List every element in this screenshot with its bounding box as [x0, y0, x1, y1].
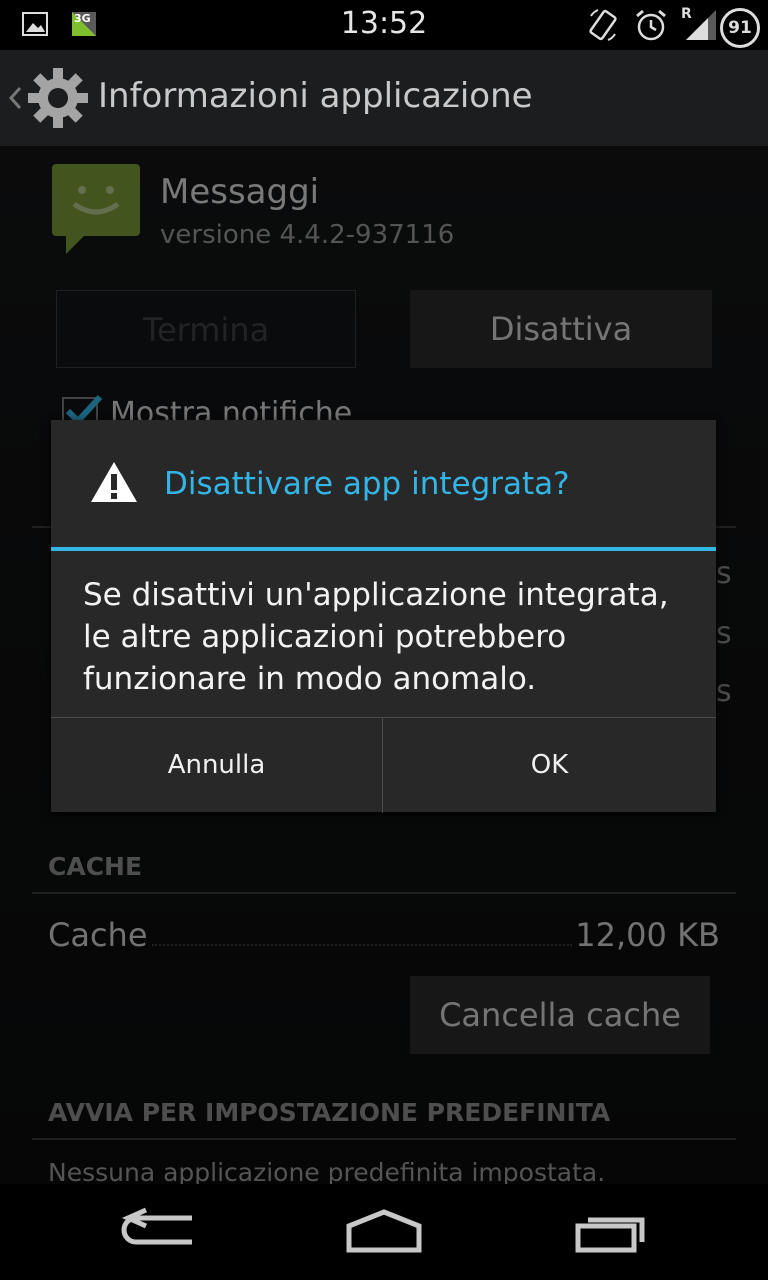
home-icon[interactable]: [329, 1204, 439, 1260]
ok-button[interactable]: OK: [383, 718, 716, 813]
signal-icon: [686, 10, 716, 40]
alarm-icon: [636, 9, 666, 41]
dialog-message: Se disattivi un'applicazione integrata, …: [83, 577, 669, 697]
cancel-button[interactable]: Annulla: [51, 718, 383, 813]
disable-confirm-dialog: Disattivare app integrata? Se disattivi …: [51, 420, 716, 813]
dialog-title: Disattivare app integrata?: [164, 466, 570, 502]
dialog-button-bar: Annulla OK: [51, 717, 716, 813]
page-title: Informazioni applicazione: [98, 76, 533, 116]
action-bar[interactable]: Informazioni applicazione: [0, 50, 768, 146]
navigation-bar: [0, 1184, 768, 1280]
settings-gear-icon[interactable]: [26, 66, 90, 130]
status-bar: 3G 13:52 R 91: [0, 0, 768, 50]
up-caret-icon[interactable]: [8, 86, 22, 110]
dialog-title-divider: [51, 547, 716, 551]
back-icon[interactable]: [106, 1204, 216, 1260]
warning-icon: [91, 462, 137, 502]
recent-apps-icon[interactable]: [556, 1204, 666, 1260]
battery-icon: 91: [720, 8, 760, 48]
screen-rotate-icon: [589, 9, 617, 41]
